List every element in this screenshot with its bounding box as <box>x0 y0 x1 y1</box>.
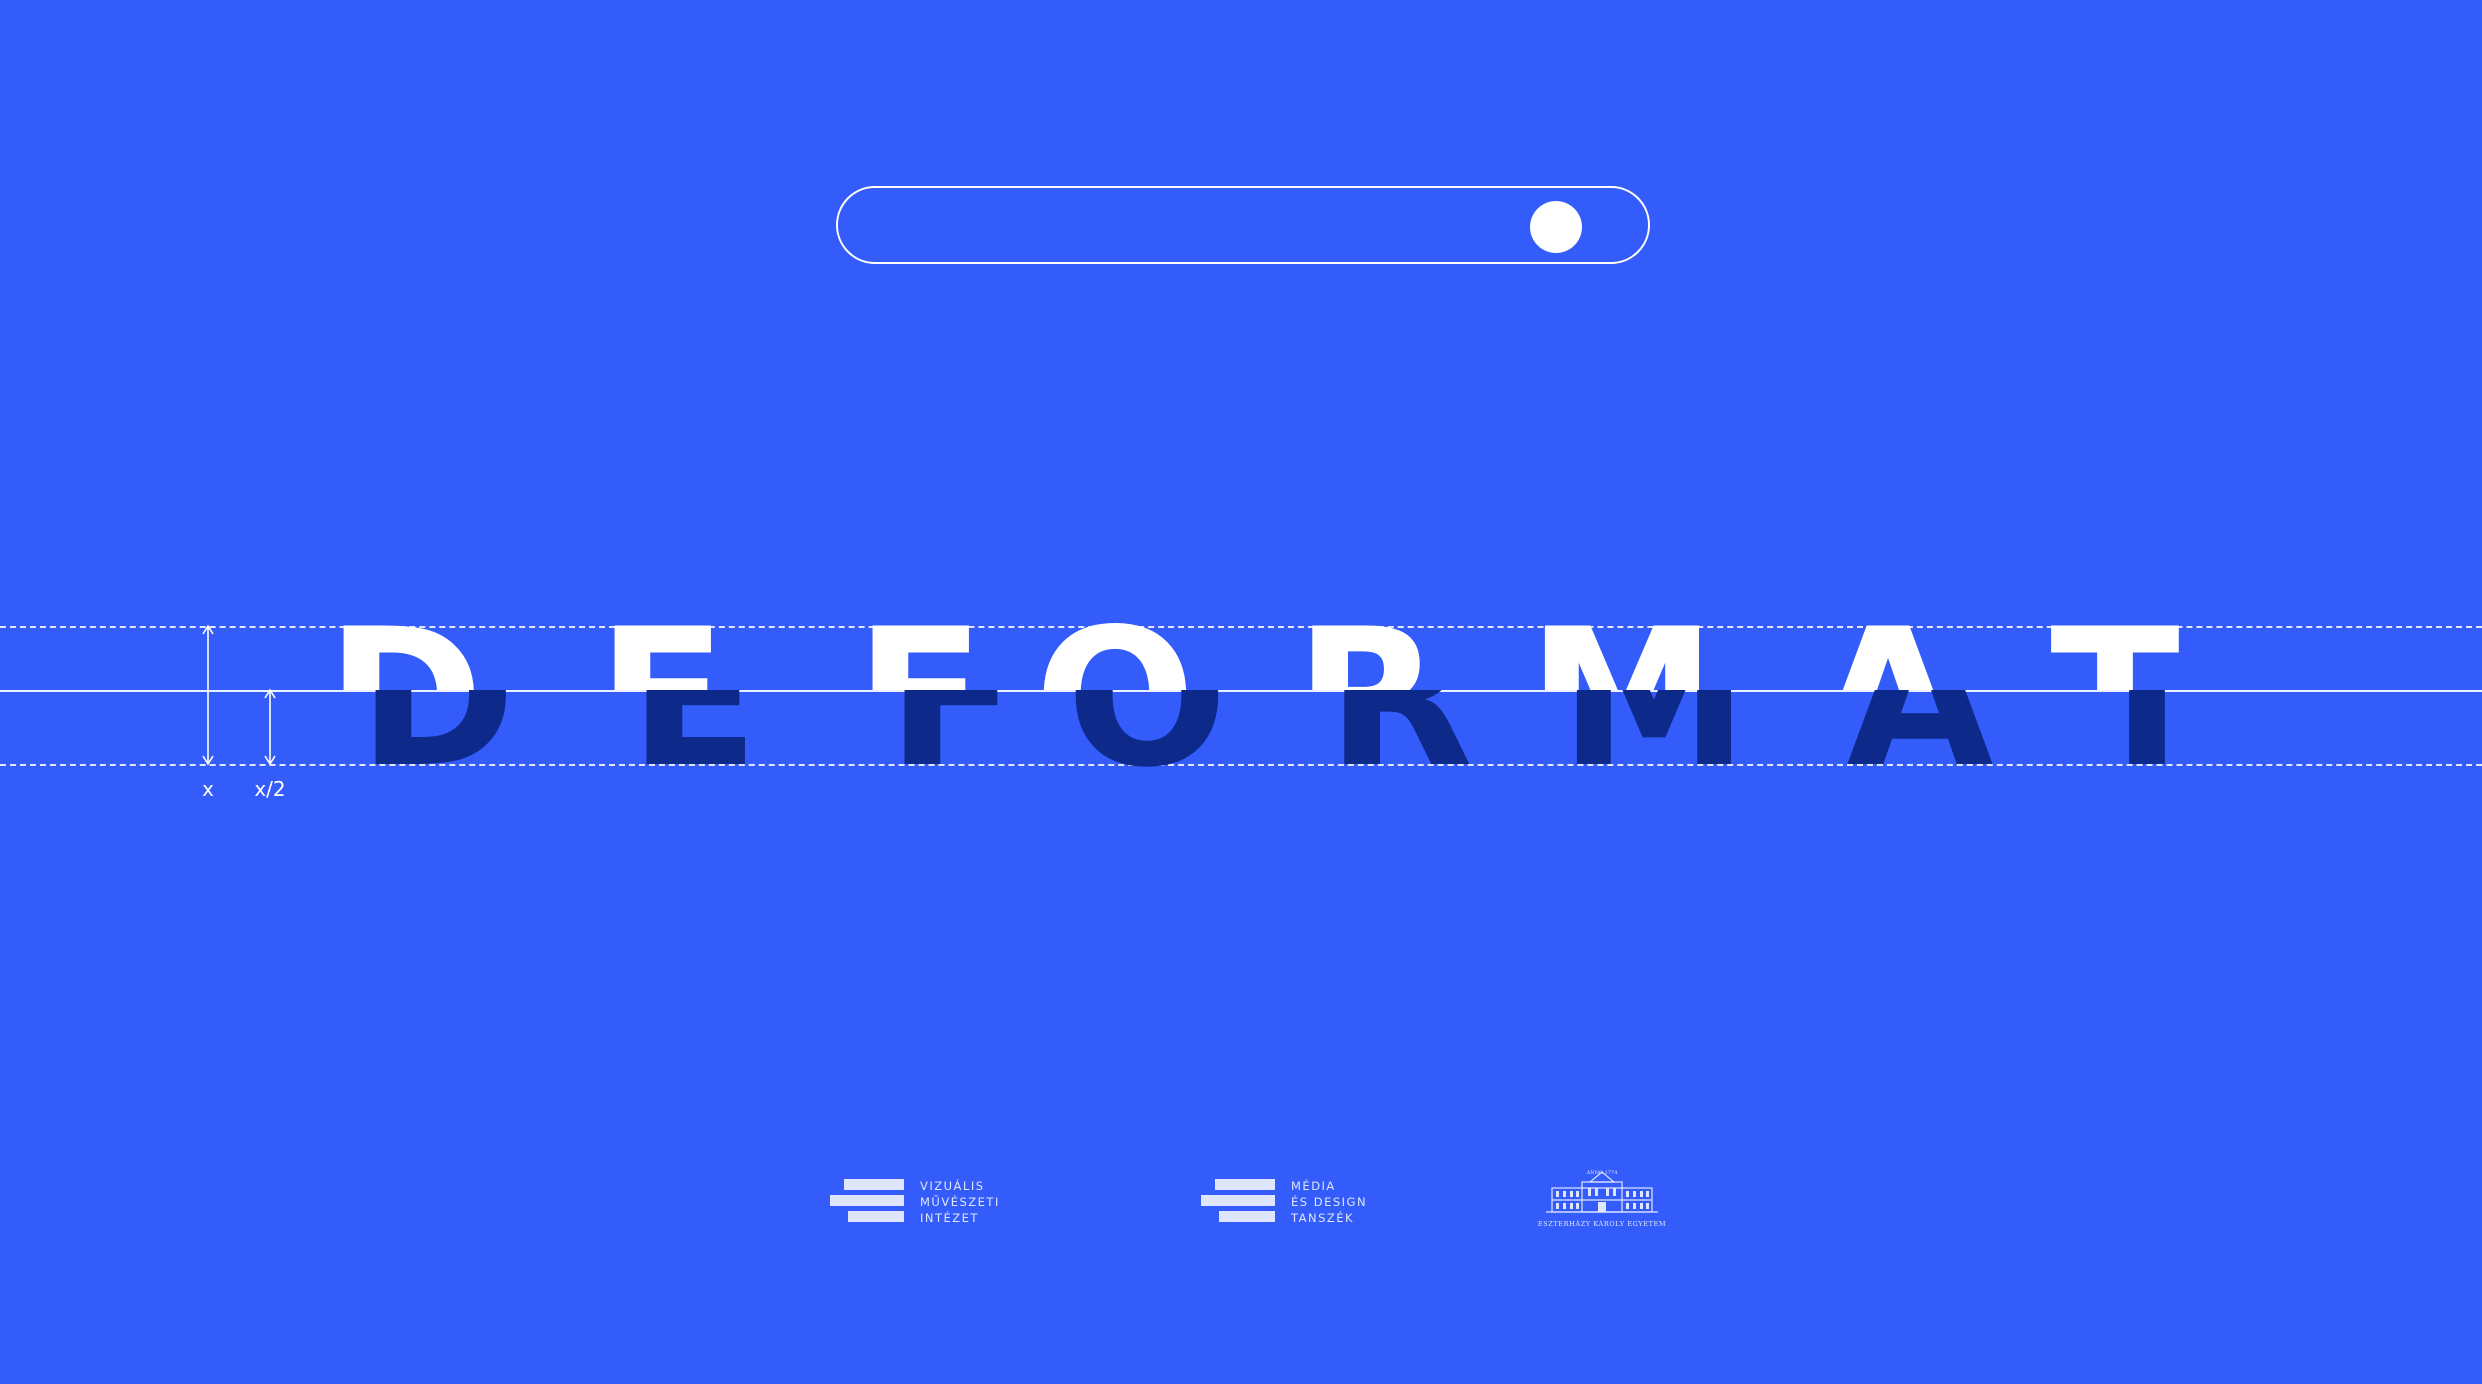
wordmark-deformat: DEFORMAT DEFORMAT <box>326 588 2212 809</box>
logo-line: TANSZÉK <box>1291 1211 1355 1225</box>
logo-line: ÉS DESIGN <box>1291 1195 1368 1209</box>
logo-bars-icon <box>1201 1179 1281 1225</box>
logo-line: VIZUÁLIS <box>920 1179 985 1193</box>
logo-caption: ESZTERHÁZY KÁROLY EGYETEM <box>1537 1220 1667 1228</box>
poster-canvas: x x/2 DEFORMAT DEFORMAT VIZUÁLIS MŰVÉSZE… <box>0 0 2482 1384</box>
logo-line: MÉDIA <box>1291 1179 1336 1193</box>
logo-eszterhazy-karoly-egyetem: ANNO 1774 ESZTERHÁZY KÁROLY EGYETEM <box>1532 1168 1672 1230</box>
logo-media-es-design-tanszek: MÉDIA ÉS DESIGN TANSZÉK <box>1201 1178 1367 1226</box>
university-building-icon: ANNO 1774 <box>1546 1170 1658 1213</box>
logo-line: MŰVÉSZETI <box>920 1195 1000 1209</box>
logo-bars-icon <box>830 1179 910 1225</box>
logo-vizualis-muveszeti-intezet: VIZUÁLIS MŰVÉSZETI INTÉZET <box>830 1178 1000 1226</box>
seal-text: ANNO 1774 <box>1586 1170 1618 1176</box>
logo-line: INTÉZET <box>920 1211 979 1225</box>
